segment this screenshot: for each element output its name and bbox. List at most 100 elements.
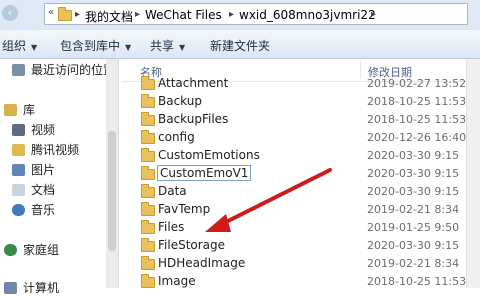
pictures-icon (12, 164, 25, 176)
folder-icon (141, 202, 155, 216)
nav-label: 最近访问的位置 (31, 63, 116, 77)
folder-icon (141, 148, 155, 162)
folder-icon (141, 256, 155, 270)
file-name: BackupFiles (158, 112, 229, 126)
list-scrollbar[interactable] (466, 59, 480, 288)
toolbar: 组织 ▼ 包含到库中 ▼ 共享 ▼ 新建文件夹 (0, 30, 480, 59)
breadcrumb-my-documents[interactable]: 我的文档 (85, 8, 133, 25)
folder-icon (58, 7, 72, 21)
organize-button[interactable]: 组织 ▼ (2, 37, 37, 54)
file-date: 2018-10-25 11:53 (367, 275, 467, 288)
organize-label: 组织 (2, 39, 27, 53)
include-in-library-button[interactable]: 包含到库中 ▼ (60, 37, 131, 54)
file-date: 2019-02-27 13:52 (367, 77, 467, 90)
nav-item-recent[interactable]: 最近访问的位置 (12, 61, 115, 78)
nav-label: 文档 (31, 183, 56, 197)
address-bar: ‹ « ▸ 我的文档 ▸ WeChat Files ▸ wxid_608mno3… (0, 0, 480, 30)
file-row[interactable]: Backup 2018-10-25 11:53 (122, 93, 480, 111)
homegroup-icon (4, 244, 17, 256)
chevron-right-icon[interactable]: ▸ (75, 9, 80, 20)
nav-scroll-thumb[interactable] (108, 131, 116, 251)
file-date: 2019-01-25 9:50 (367, 221, 460, 234)
file-row-focused[interactable]: CustomEmoV1 2020-03-30 9:15 (122, 165, 480, 183)
file-name: FileStorage (158, 238, 226, 252)
folder-icon (141, 220, 155, 234)
folder-icon (12, 144, 25, 156)
file-row[interactable]: CustomEmotions 2020-03-30 9:15 (122, 147, 480, 165)
nav-item-documents[interactable]: 文档 (12, 181, 55, 198)
file-row[interactable]: Files 2019-01-25 9:50 (122, 219, 480, 237)
music-note-icon (12, 204, 25, 216)
recent-places-icon (12, 64, 25, 76)
video-icon (12, 124, 25, 136)
computer-icon (4, 282, 17, 294)
file-date: 2020-03-30 9:15 (367, 185, 460, 198)
back-icon[interactable]: ‹ (2, 5, 18, 21)
share-button[interactable]: 共享 ▼ (150, 37, 185, 54)
folder-icon (141, 184, 155, 198)
chevron-down-icon: ▼ (179, 43, 186, 52)
folder-icon (141, 112, 155, 126)
file-row[interactable]: Attachment 2019-02-27 13:52 (122, 75, 480, 93)
new-folder-button[interactable]: 新建文件夹 (210, 37, 270, 54)
file-row[interactable]: FileStorage 2020-03-30 9:15 (122, 237, 480, 255)
folder-icon (141, 274, 155, 288)
chevron-down-icon: ▼ (31, 43, 38, 52)
nav-item-music[interactable]: 音乐 (12, 201, 55, 218)
file-name: Image (158, 274, 196, 288)
file-name: CustomEmoV1 (156, 165, 252, 181)
breadcrumb-wechat-files[interactable]: WeChat Files (145, 8, 222, 22)
nav-item-library[interactable]: 库 (4, 101, 35, 118)
nav-label: 计算机 (23, 281, 60, 295)
file-row[interactable]: FavTemp 2019-02-21 8:34 (122, 201, 480, 219)
file-date: 2020-03-30 9:15 (367, 149, 460, 162)
chevron-down-icon: ▼ (125, 43, 132, 52)
file-name: CustomEmotions (158, 148, 260, 162)
share-label: 共享 (150, 39, 175, 53)
nav-label: 音乐 (31, 203, 56, 217)
file-date: 2019-02-21 8:34 (367, 203, 460, 216)
file-row[interactable]: Image 2018-10-25 11:53 (122, 273, 480, 288)
file-date: 2018-10-25 11:53 (367, 95, 467, 108)
folder-icon (141, 130, 155, 144)
nav-label: 家庭组 (23, 243, 60, 257)
nav-item-homegroup[interactable]: 家庭组 (4, 241, 59, 258)
file-row[interactable]: config 2020-12-26 16:40 (122, 129, 480, 147)
file-date: 2020-03-30 9:15 (367, 239, 460, 252)
chevron-right-icon[interactable]: ▸ (229, 9, 234, 20)
nav-label: 视频 (31, 123, 56, 137)
overflow-crumb[interactable]: « (48, 7, 54, 18)
file-date: 2019-02-21 8:34 (367, 257, 460, 270)
file-name: HDHeadImage (158, 256, 246, 270)
chevron-right-icon[interactable]: ▸ (135, 9, 140, 20)
include-label: 包含到库中 (60, 39, 121, 53)
file-list: 名称 修改日期 Attachment 2019-02-27 13:52 Backu… (122, 59, 480, 288)
chevron-right-icon[interactable]: ▸ (371, 9, 376, 20)
nav-item-video[interactable]: 视频 (12, 121, 55, 138)
nav-label: 腾讯视频 (31, 143, 80, 157)
nav-label: 库 (23, 103, 36, 117)
navigation-pane: 最近访问的位置 库 视频 腾讯视频 图片 文档 音乐 家庭组 计算机 (0, 59, 119, 295)
nav-label: 图片 (31, 163, 56, 177)
file-name: Backup (158, 94, 202, 108)
folder-icon (141, 166, 155, 180)
nav-item-pictures[interactable]: 图片 (12, 161, 55, 178)
file-name: Attachment (158, 76, 229, 90)
file-row[interactable]: BackupFiles 2018-10-25 11:53 (122, 111, 480, 129)
address-box[interactable]: « ▸ 我的文档 ▸ WeChat Files ▸ wxid_608mno3jv… (44, 3, 468, 25)
documents-icon (12, 184, 25, 196)
file-name: Files (158, 220, 185, 234)
file-date: 2020-12-26 16:40 (367, 131, 467, 144)
file-row[interactable]: Data 2020-03-30 9:15 (122, 183, 480, 201)
nav-item-tencent-video[interactable]: 腾讯视频 (12, 141, 79, 158)
file-row[interactable]: HDHeadImage 2019-02-21 8:34 (122, 255, 480, 273)
file-date: 2020-03-30 9:15 (367, 167, 460, 180)
nav-scrollbar[interactable] (106, 59, 118, 288)
breadcrumb-wxid[interactable]: wxid_608mno3jvmri22 (239, 8, 376, 22)
folder-icon (141, 238, 155, 252)
file-name: FavTemp (158, 202, 211, 216)
nav-buttons: ‹ (2, 5, 40, 25)
folder-icon (141, 76, 155, 90)
file-name: Data (158, 184, 187, 198)
file-name: config (158, 130, 195, 144)
